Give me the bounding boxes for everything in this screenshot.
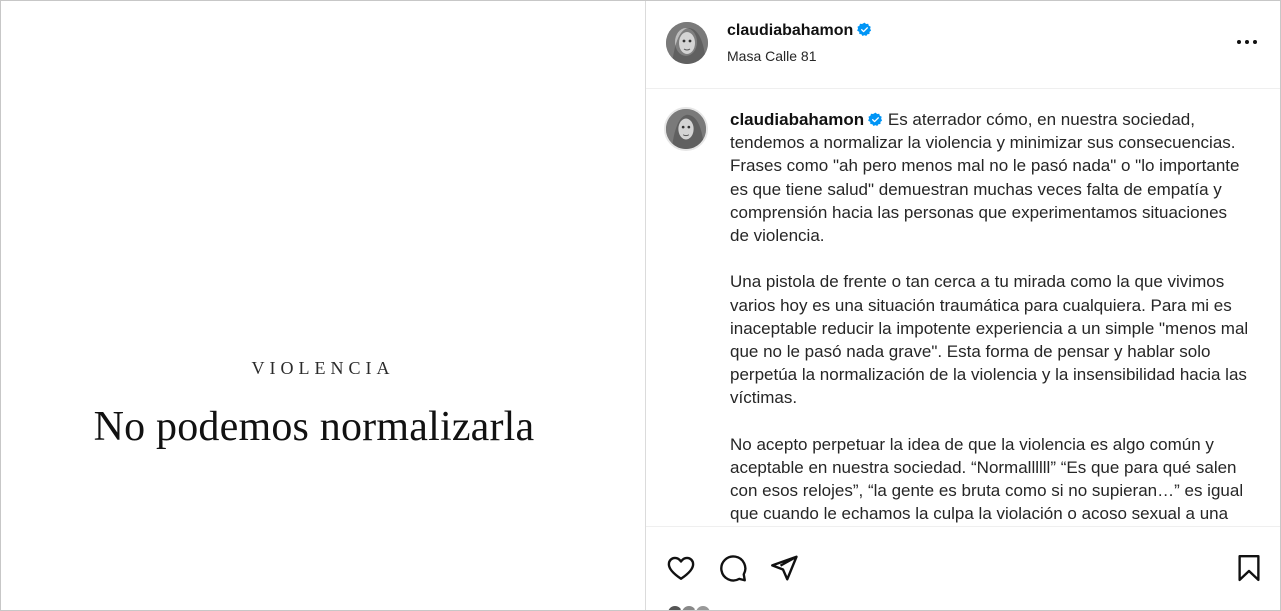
image-eyebrow-text: VIOLENCIA [251,358,395,378]
post-details-panel: claudiabahamon Masa Calle 81 claudiabaha… [646,0,1280,611]
verified-badge-icon [857,22,872,36]
caption-text: claudiabahamon Es aterrador cómo, en nue… [730,108,1250,526]
post-image[interactable]: VIOLENCIA No podemos normalizarla [1,1,645,610]
action-bar-divider [646,526,1280,527]
post-header: claudiabahamon Masa Calle 81 [646,0,1280,89]
liked-by-avatars[interactable] [666,604,726,611]
caption-paragraph: claudiabahamon Es aterrador cómo, en nue… [730,108,1250,247]
caption-paragraph-1: Es aterrador cómo, en nuestra sociedad, … [730,110,1240,246]
more-options-icon[interactable] [1236,38,1258,48]
caption-username[interactable]: claudiabahamon [730,110,864,129]
caption-paragraph-3: No acepto perpetuar la idea de que la vi… [730,434,1244,524]
caption-scroll-area[interactable]: claudiabahamon Es aterrador cómo, en nue… [646,90,1280,526]
image-headline-text: No podemos normalizarla [93,404,535,450]
bookmark-icon[interactable] [1234,553,1264,583]
author-username-text[interactable]: claudiabahamon [727,22,853,39]
author-username[interactable]: claudiabahamon [727,22,872,40]
post-location[interactable]: Masa Calle 81 [727,48,817,64]
author-avatar[interactable] [666,22,708,64]
caption-author-avatar[interactable] [664,107,708,151]
verified-badge-icon [868,112,883,126]
comment-icon[interactable] [718,553,748,583]
heart-icon[interactable] [666,553,696,583]
caption-paragraph-2: Una pistola de frente o tan cerca a tu m… [730,272,1249,408]
share-icon[interactable] [769,553,799,583]
